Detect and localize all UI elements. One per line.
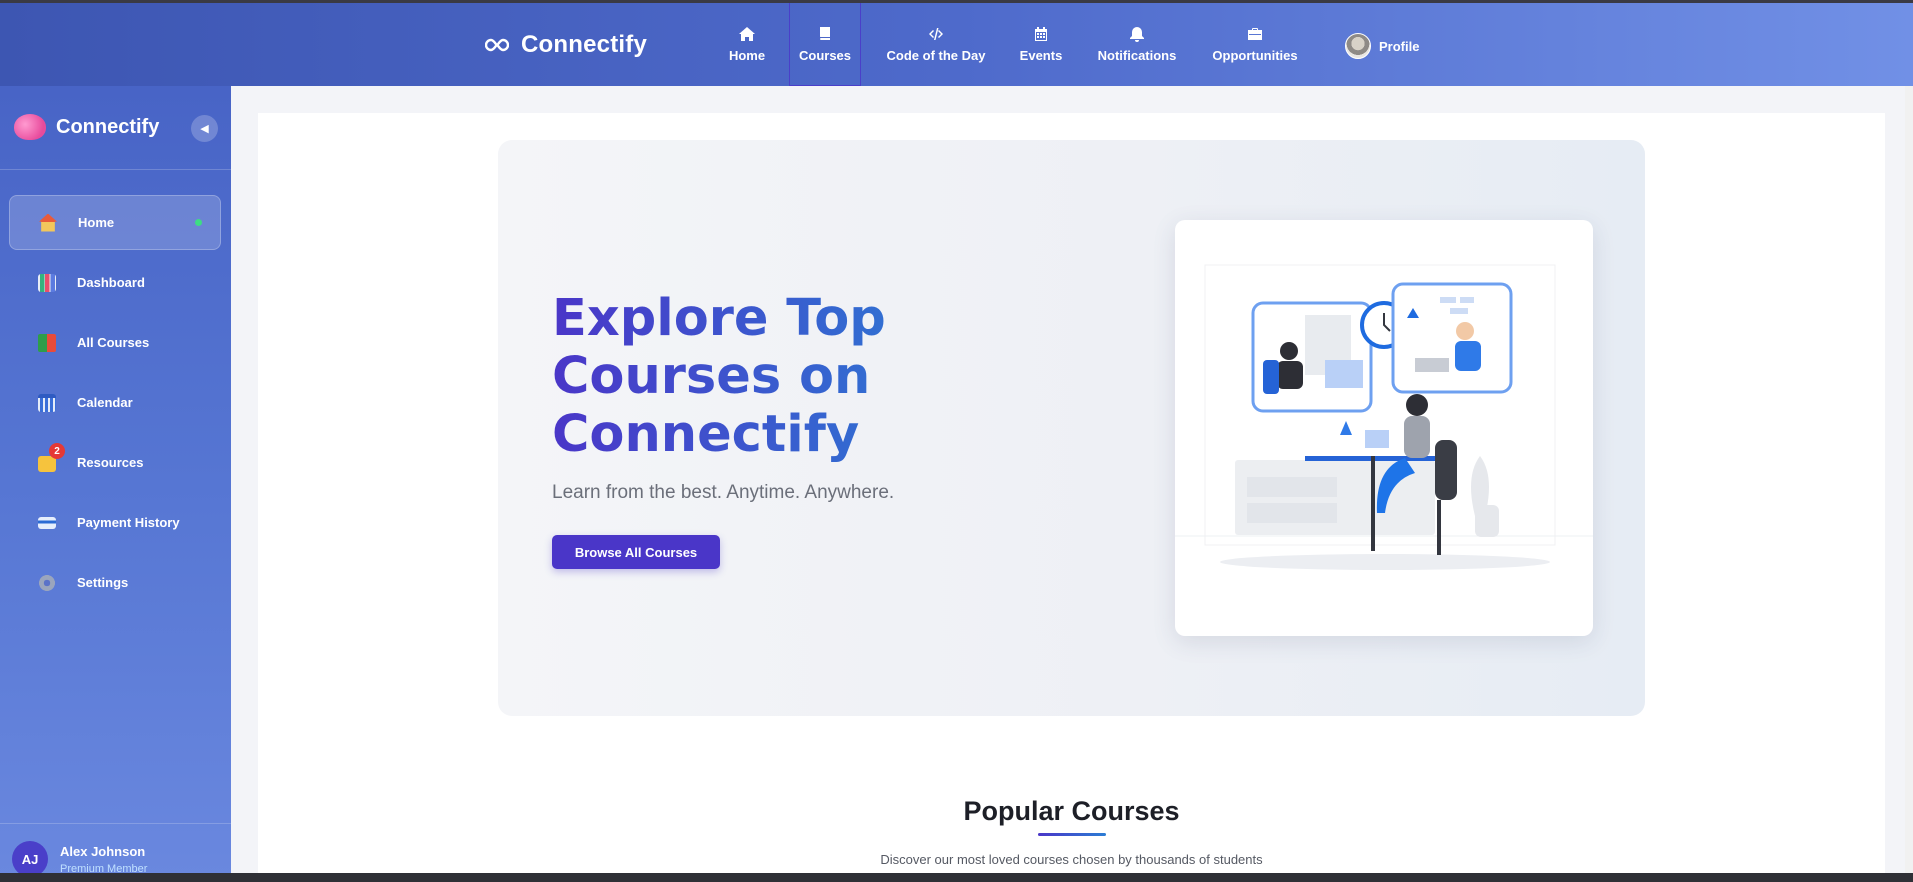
sidebar-collapse-button[interactable]: ◀ (191, 115, 218, 142)
code-icon (929, 28, 943, 40)
book-icon (820, 26, 830, 40)
nav-notifications[interactable]: Notifications (1097, 3, 1177, 86)
title-underline (1038, 833, 1106, 836)
sidebar-item-label: Settings (77, 575, 129, 590)
sidebar-item-label: Calendar (77, 395, 133, 410)
notification-badge: 2 (49, 443, 65, 459)
page-scrollbar[interactable] (1905, 86, 1913, 873)
house-icon (39, 213, 57, 232)
brain-logo-icon (14, 114, 46, 140)
home-icon (739, 27, 755, 41)
user-card[interactable]: AJ Alex Johnson Premium Member (12, 841, 147, 877)
hero-title: Explore Top Courses on Connectify (552, 290, 972, 464)
chart-icon (38, 273, 56, 292)
sidebar: Connectify ◀ Home Dashboard All Courses … (0, 86, 231, 882)
top-navbar: Connectify Home Courses Code of the Day … (0, 3, 1913, 86)
sidebar-item-settings[interactable]: Settings (9, 555, 221, 610)
sidebar-item-label: Dashboard (77, 275, 145, 290)
sidebar-divider (0, 169, 231, 170)
nav-notifications-label: Notifications (1097, 48, 1177, 63)
briefcase-icon (1248, 28, 1262, 40)
sidebar-item-label: All Courses (77, 335, 150, 350)
nav-opportunities-label: Opportunities (1212, 48, 1298, 63)
infinity-logo-icon (485, 38, 509, 52)
sidebar-item-dashboard[interactable]: Dashboard (9, 255, 221, 310)
sidebar-item-calendar[interactable]: Calendar (9, 375, 221, 430)
nav-events[interactable]: Events (1014, 3, 1068, 86)
sidebar-item-label: Payment History (77, 515, 180, 530)
triangle-left-icon: ◀ (200, 123, 209, 135)
nav-opportunities[interactable]: Opportunities (1211, 3, 1299, 86)
nav-code-label: Code of the Day (886, 48, 986, 63)
nav-home-label: Home (728, 48, 766, 63)
popular-courses-subtitle: Discover our most loved courses chosen b… (880, 852, 1263, 867)
profile-menu[interactable]: Profile (1345, 33, 1419, 59)
window-bottom-bar (0, 873, 1913, 882)
sidebar-item-all-courses[interactable]: All Courses (9, 315, 221, 370)
profile-label: Profile (1379, 38, 1420, 54)
sidebar-item-payment-history[interactable]: Payment History (9, 495, 221, 550)
popular-courses-title: Popular Courses (963, 796, 1180, 826)
credit-card-icon (38, 516, 56, 529)
hero-subtitle: Learn from the best. Anytime. Anywhere. (552, 482, 895, 503)
bell-icon (1130, 27, 1144, 42)
online-learning-illustration (1175, 264, 1593, 570)
sidebar-item-resources[interactable]: 2 Resources (9, 435, 221, 490)
calendar-icon (1035, 27, 1047, 41)
nav-courses-label: Courses (798, 47, 852, 63)
nav-code-of-the-day[interactable]: Code of the Day (881, 3, 991, 86)
sidebar-item-home[interactable]: Home (9, 195, 221, 250)
hero-banner: Explore Top Courses on Connectify Learn … (498, 140, 1645, 716)
profile-avatar (1345, 33, 1371, 59)
nav-courses[interactable]: Courses (789, 3, 861, 86)
hero-illustration (1175, 220, 1593, 636)
browse-all-courses-button[interactable]: Browse All Courses (552, 535, 720, 569)
gear-icon (38, 573, 56, 592)
user-avatar: AJ (12, 841, 48, 877)
sidebar-brand-name: Connectify (56, 115, 160, 138)
main-content: Explore Top Courses on Connectify Learn … (258, 113, 1885, 882)
nav-events-label: Events (1019, 48, 1063, 63)
user-name: Alex Johnson (60, 843, 146, 859)
active-indicator-dot (195, 219, 202, 226)
sidebar-footer-divider (0, 823, 231, 824)
nav-home[interactable]: Home (722, 3, 772, 86)
sidebar-item-label: Home (78, 215, 115, 230)
top-brand-name: Connectify (521, 31, 648, 58)
sidebar-brand[interactable]: Connectify (14, 114, 159, 140)
books-icon (38, 333, 56, 352)
calendar-icon (38, 393, 56, 412)
sidebar-item-label: Resources (77, 455, 144, 470)
top-brand[interactable]: Connectify (485, 31, 647, 59)
